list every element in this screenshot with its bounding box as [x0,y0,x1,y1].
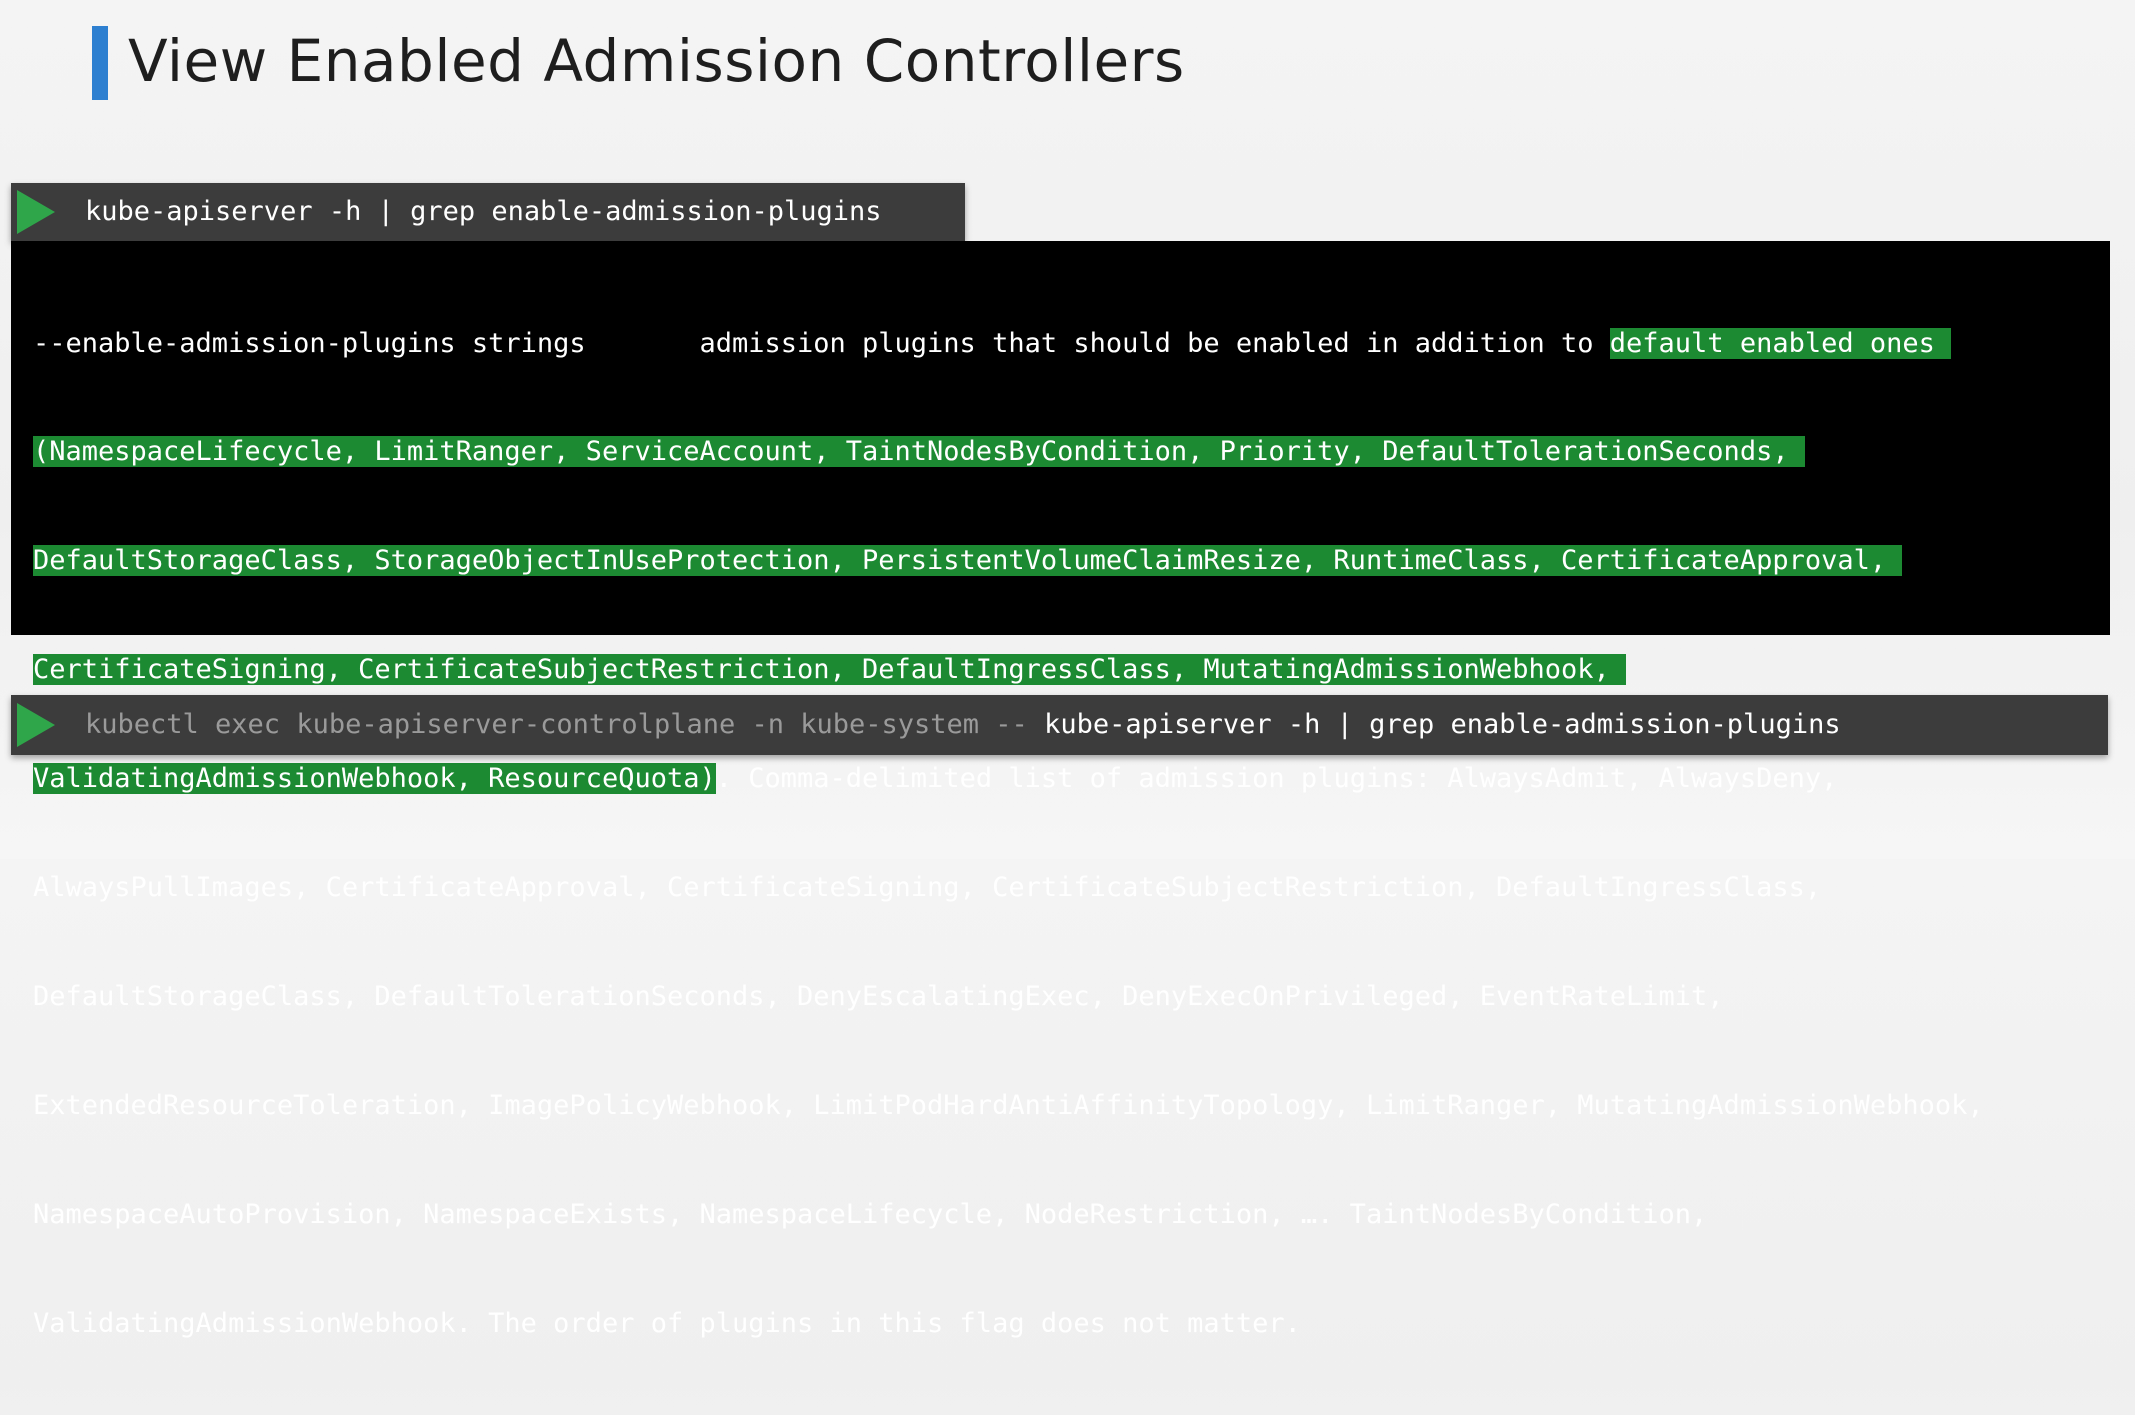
command-2-text: kubectl exec kube-apiserver-controlplane… [85,709,1841,740]
output-line-9: NamespaceAutoProvision, NamespaceExists,… [33,1198,1708,1230]
command-2-prefix: kubectl exec kube-apiserver-controlplane… [85,709,1045,740]
output-line-1-highlight: default enabled ones [1609,327,1952,359]
output-line-5-plain: . Comma-delimited list of admission plug… [715,763,1838,795]
output-line-2: (NamespaceLifecycle, LimitRanger, Servic… [33,434,1984,470]
output-line-7: DefaultStorageClass, DefaultTolerationSe… [33,980,1724,1012]
play-icon [17,703,55,747]
command-box-1: kube-apiserver -h | grep enable-admissio… [11,183,965,241]
command-2-main: kube-apiserver -h | grep enable-admissio… [1044,709,1841,740]
output-line-5: ValidatingAdmissionWebhook, ResourceQuot… [33,761,1984,797]
output-line-2-highlight: (NamespaceLifecycle, LimitRanger, Servic… [33,436,1805,468]
output-line-3: DefaultStorageClass, StorageObjectInUseP… [33,543,1984,579]
output-line-4: CertificateSigning, CertificateSubjectRe… [33,652,1984,688]
page-title: View Enabled Admission Controllers [128,27,1185,95]
output-line-3-highlight: DefaultStorageClass, StorageObjectInUseP… [33,545,1903,577]
output-line-1-plain: --enable-admission-plugins strings admis… [33,327,1610,359]
output-line-5-highlight: ValidatingAdmissionWebhook, ResourceQuot… [33,763,716,795]
terminal-output: --enable-admission-plugins strings admis… [11,241,2110,1339]
play-icon [17,190,55,234]
command-1-text: kube-apiserver -h | grep enable-admissio… [85,196,882,227]
output-line-1: --enable-admission-plugins strings admis… [33,326,1984,362]
output-line-6: AlwaysPullImages, CertificateApproval, C… [33,872,1822,904]
output-line-8: ExtendedResourceToleration, ImagePolicyW… [33,1089,1984,1121]
output-line-10: ValidatingAdmissionWebhook. The order of… [33,1307,1301,1339]
output-line-4-highlight: CertificateSigning, CertificateSubjectRe… [33,654,1627,686]
title-accent-bar [92,26,108,100]
command-box-2: kubectl exec kube-apiserver-controlplane… [11,695,2108,755]
